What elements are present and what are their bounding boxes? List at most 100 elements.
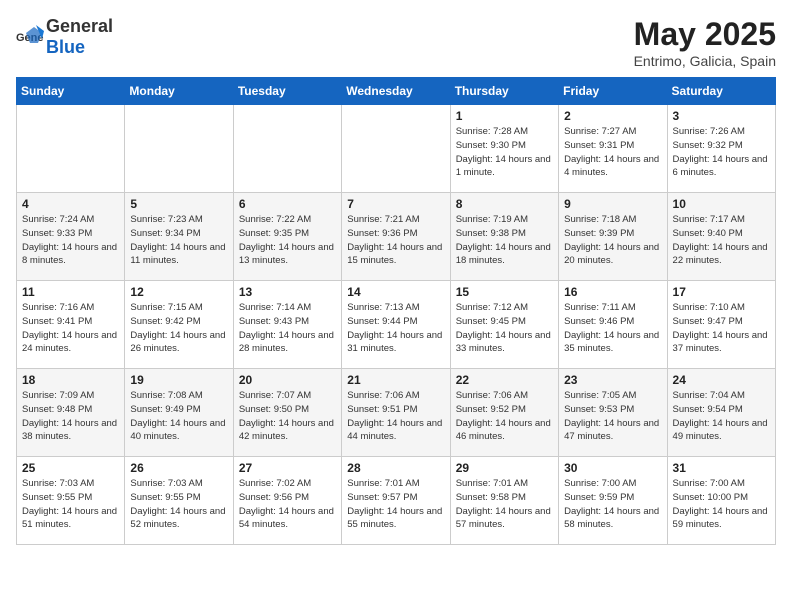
calendar-cell: 22 Sunrise: 7:06 AMSunset: 9:52 PMDayligh…: [450, 369, 558, 457]
day-info: Sunrise: 7:17 AMSunset: 9:40 PMDaylight:…: [673, 213, 770, 268]
week-row-4: 18Sunrise: 7:09 AMSunset: 9:48 PMDayligh…: [17, 369, 776, 457]
day-number: 13: [239, 285, 336, 299]
day-number: 10: [673, 197, 770, 211]
day-number: 30: [564, 461, 661, 475]
logo-icon: General: [16, 23, 44, 51]
weekday-header-friday: Friday: [559, 78, 667, 105]
calendar-cell: 26 Sunrise: 7:03 AMSunset: 9:55 PMDayligh…: [125, 457, 233, 545]
day-number: 31: [673, 461, 770, 475]
day-info: Sunrise: 7:00 AMSunset: 9:59 PMDaylight:…: [564, 477, 661, 532]
calendar-cell: 12Sunrise: 7:15 AMSunset: 9:42 PMDayligh…: [125, 281, 233, 369]
calendar-cell: 19Sunrise: 7:08 AMSunset: 9:49 PMDayligh…: [125, 369, 233, 457]
day-info: Sunrise: 7:10 AMSunset: 9:47 PMDaylight:…: [673, 301, 770, 356]
week-row-1: 1Sunrise: 7:28 AMSunset: 9:30 PMDaylight…: [17, 105, 776, 193]
day-number: 4: [22, 197, 119, 211]
day-number: 14: [347, 285, 444, 299]
day-number: 24: [673, 373, 770, 387]
calendar-cell: 27Sunrise: 7:02 AMSunset: 9:56 PMDayligh…: [233, 457, 341, 545]
calendar-cell: 23Sunrise: 7:05 AMSunset: 9:53 PMDayligh…: [559, 369, 667, 457]
day-number: 26: [130, 461, 227, 475]
calendar-cell: [342, 105, 450, 193]
week-row-5: 25 Sunrise: 7:03 AMSunset: 9:55 PMDayligh…: [17, 457, 776, 545]
weekday-header-saturday: Saturday: [667, 78, 775, 105]
day-info: Sunrise: 7:22 AMSunset: 9:35 PMDaylight:…: [239, 213, 336, 268]
calendar-cell: [17, 105, 125, 193]
calendar-cell: 29 Sunrise: 7:01 AMSunset: 9:58 PMDayligh…: [450, 457, 558, 545]
calendar-cell: 8 Sunrise: 7:19 AMSunset: 9:38 PMDaylight…: [450, 193, 558, 281]
calendar-cell: 15 Sunrise: 7:12 AMSunset: 9:45 PMDayligh…: [450, 281, 558, 369]
calendar-cell: 24Sunrise: 7:04 AMSunset: 9:54 PMDayligh…: [667, 369, 775, 457]
calendar-cell: 18Sunrise: 7:09 AMSunset: 9:48 PMDayligh…: [17, 369, 125, 457]
day-number: 15: [456, 285, 553, 299]
calendar-cell: 25 Sunrise: 7:03 AMSunset: 9:55 PMDayligh…: [17, 457, 125, 545]
logo-general: General: [46, 16, 113, 36]
calendar-cell: 11 Sunrise: 7:16 AMSunset: 9:41 PMDayligh…: [17, 281, 125, 369]
day-number: 12: [130, 285, 227, 299]
calendar-cell: 1Sunrise: 7:28 AMSunset: 9:30 PMDaylight…: [450, 105, 558, 193]
day-info: Sunrise: 7:07 AMSunset: 9:50 PMDaylight:…: [239, 389, 336, 444]
day-info: Sunrise: 7:28 AMSunset: 9:30 PMDaylight:…: [456, 125, 553, 180]
calendar-cell: 6 Sunrise: 7:22 AMSunset: 9:35 PMDaylight…: [233, 193, 341, 281]
day-info: Sunrise: 7:11 AMSunset: 9:46 PMDaylight:…: [564, 301, 661, 356]
weekday-header-sunday: Sunday: [17, 78, 125, 105]
day-number: 5: [130, 197, 227, 211]
day-number: 17: [673, 285, 770, 299]
calendar-cell: 9 Sunrise: 7:18 AMSunset: 9:39 PMDaylight…: [559, 193, 667, 281]
calendar-cell: 3Sunrise: 7:26 AMSunset: 9:32 PMDaylight…: [667, 105, 775, 193]
day-info: Sunrise: 7:19 AMSunset: 9:38 PMDaylight:…: [456, 213, 553, 268]
day-number: 21: [347, 373, 444, 387]
weekday-header-wednesday: Wednesday: [342, 78, 450, 105]
day-number: 11: [22, 285, 119, 299]
day-info: Sunrise: 7:00 AMSunset: 10:00 PMDaylight…: [673, 477, 770, 532]
logo: General General Blue: [16, 16, 113, 58]
day-info: Sunrise: 7:14 AMSunset: 9:43 PMDaylight:…: [239, 301, 336, 356]
calendar-cell: [233, 105, 341, 193]
day-number: 6: [239, 197, 336, 211]
calendar-cell: 31 Sunrise: 7:00 AMSunset: 10:00 PMDaylig…: [667, 457, 775, 545]
day-info: Sunrise: 7:02 AMSunset: 9:56 PMDaylight:…: [239, 477, 336, 532]
day-info: Sunrise: 7:24 AMSunset: 9:33 PMDaylight:…: [22, 213, 119, 268]
calendar-cell: 30 Sunrise: 7:00 AMSunset: 9:59 PMDayligh…: [559, 457, 667, 545]
calendar-cell: 7 Sunrise: 7:21 AMSunset: 9:36 PMDaylight…: [342, 193, 450, 281]
day-info: Sunrise: 7:03 AMSunset: 9:55 PMDaylight:…: [130, 477, 227, 532]
day-info: Sunrise: 7:08 AMSunset: 9:49 PMDaylight:…: [130, 389, 227, 444]
day-number: 23: [564, 373, 661, 387]
day-info: Sunrise: 7:06 AMSunset: 9:51 PMDaylight:…: [347, 389, 444, 444]
day-number: 9: [564, 197, 661, 211]
location-subtitle: Entrimo, Galicia, Spain: [634, 53, 776, 69]
calendar-cell: 10 Sunrise: 7:17 AMSunset: 9:40 PMDayligh…: [667, 193, 775, 281]
calendar-cell: [125, 105, 233, 193]
calendar-cell: 13 Sunrise: 7:14 AMSunset: 9:43 PMDayligh…: [233, 281, 341, 369]
calendar-cell: 17 Sunrise: 7:10 AMSunset: 9:47 PMDayligh…: [667, 281, 775, 369]
calendar-cell: 16Sunrise: 7:11 AMSunset: 9:46 PMDayligh…: [559, 281, 667, 369]
day-info: Sunrise: 7:01 AMSunset: 9:57 PMDaylight:…: [347, 477, 444, 532]
day-number: 18: [22, 373, 119, 387]
day-info: Sunrise: 7:03 AMSunset: 9:55 PMDaylight:…: [22, 477, 119, 532]
day-number: 25: [22, 461, 119, 475]
weekday-header-row: SundayMondayTuesdayWednesdayThursdayFrid…: [17, 78, 776, 105]
month-title: May 2025: [634, 16, 776, 53]
calendar-cell: 28 Sunrise: 7:01 AMSunset: 9:57 PMDayligh…: [342, 457, 450, 545]
calendar-table: SundayMondayTuesdayWednesdayThursdayFrid…: [16, 77, 776, 545]
calendar-cell: 20 Sunrise: 7:07 AMSunset: 9:50 PMDayligh…: [233, 369, 341, 457]
week-row-3: 11 Sunrise: 7:16 AMSunset: 9:41 PMDayligh…: [17, 281, 776, 369]
day-info: Sunrise: 7:12 AMSunset: 9:45 PMDaylight:…: [456, 301, 553, 356]
header: General General Blue May 2025 Entrimo, G…: [16, 16, 776, 69]
day-info: Sunrise: 7:16 AMSunset: 9:41 PMDaylight:…: [22, 301, 119, 356]
day-number: 29: [456, 461, 553, 475]
day-number: 8: [456, 197, 553, 211]
day-number: 28: [347, 461, 444, 475]
day-info: Sunrise: 7:18 AMSunset: 9:39 PMDaylight:…: [564, 213, 661, 268]
day-info: Sunrise: 7:06 AMSunset: 9:52 PMDaylight:…: [456, 389, 553, 444]
day-info: Sunrise: 7:01 AMSunset: 9:58 PMDaylight:…: [456, 477, 553, 532]
day-info: Sunrise: 7:23 AMSunset: 9:34 PMDaylight:…: [130, 213, 227, 268]
title-area: May 2025 Entrimo, Galicia, Spain: [634, 16, 776, 69]
day-info: Sunrise: 7:21 AMSunset: 9:36 PMDaylight:…: [347, 213, 444, 268]
day-number: 2: [564, 109, 661, 123]
weekday-header-thursday: Thursday: [450, 78, 558, 105]
day-number: 20: [239, 373, 336, 387]
calendar-cell: 14Sunrise: 7:13 AMSunset: 9:44 PMDayligh…: [342, 281, 450, 369]
day-number: 7: [347, 197, 444, 211]
weekday-header-monday: Monday: [125, 78, 233, 105]
day-number: 22: [456, 373, 553, 387]
